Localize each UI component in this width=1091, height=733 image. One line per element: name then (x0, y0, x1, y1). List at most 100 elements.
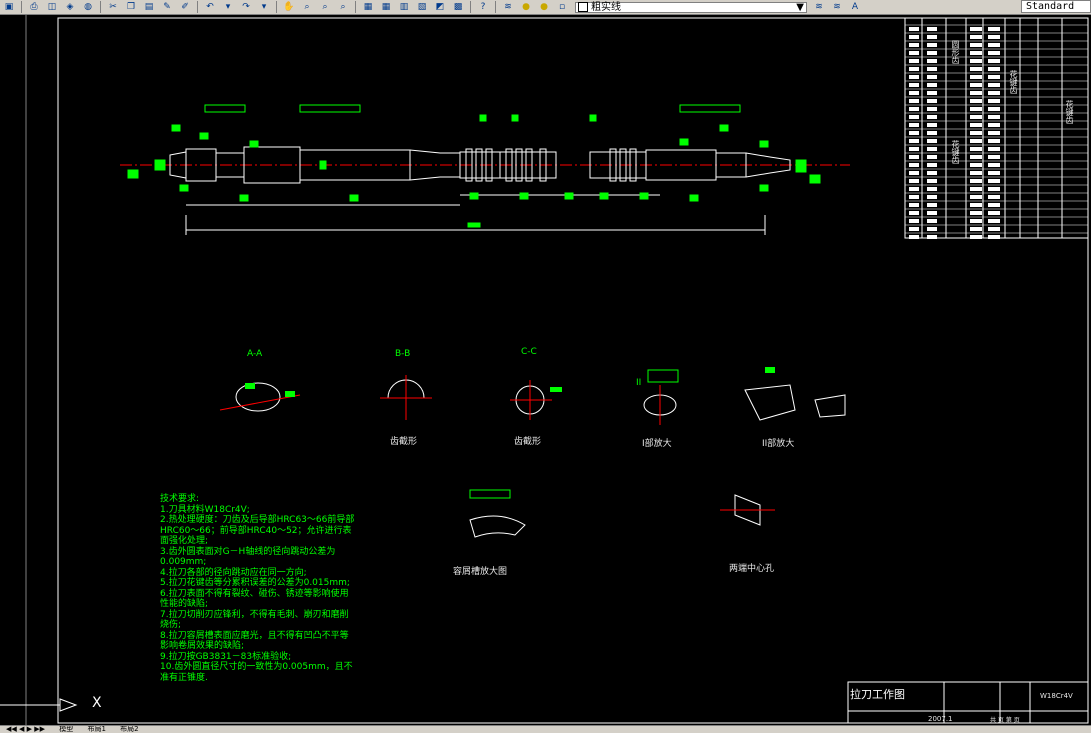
brush-icon[interactable]: ✐ (177, 1, 193, 13)
undo-icon[interactable]: ↶ (202, 1, 218, 13)
toolbar-separator (355, 1, 356, 13)
note-line: 2.热处理硬度：刀齿及后导部HRC63～66前导部HRC60～66；前导部HRC… (160, 515, 355, 546)
table-label-round: 圆形齿 (951, 40, 960, 64)
table-cell-value (909, 35, 919, 39)
date-label: 2007.1 (928, 715, 953, 723)
layer-color-swatch (578, 2, 588, 12)
table-cell-value (970, 195, 982, 199)
cut-icon[interactable]: ✂ (105, 1, 121, 13)
table-cell-value (970, 139, 982, 143)
layer-dropdown[interactable]: 粗实线 ▼ (575, 1, 807, 13)
paste-icon[interactable]: ▤ (141, 1, 157, 13)
layer-prev-icon[interactable]: ≋ (811, 1, 827, 13)
pan-icon[interactable]: ✋ (281, 1, 297, 13)
tab-layout2[interactable]: 布局2 (114, 726, 144, 733)
table-cell-value (909, 51, 919, 55)
tab-nav-arrows[interactable]: ◀◀ ◀ ▶ ▶▶ (0, 726, 51, 733)
publish-icon[interactable]: ◈ (62, 1, 78, 13)
table-cell-value (970, 83, 982, 87)
matchprop-icon[interactable]: ✎ (159, 1, 175, 13)
globe-icon[interactable]: ◍ (80, 1, 96, 13)
table-cell-value (909, 203, 919, 207)
table-cell-value (970, 59, 982, 63)
layer-icon[interactable]: ≋ (500, 1, 516, 13)
table-cell-value (927, 43, 937, 47)
layer-state-icon[interactable]: ≋ (829, 1, 845, 13)
undo-dropdown-icon[interactable]: ▾ (220, 1, 236, 13)
section-cc (510, 380, 562, 420)
table-cell-value (927, 211, 937, 215)
table-cell-value (988, 203, 1000, 207)
tooth-table-rows (905, 24, 1088, 239)
lock-icon[interactable]: ▫ (554, 1, 570, 13)
detail-ii (744, 367, 846, 421)
table-cell-value (909, 155, 919, 159)
broach-main-view (120, 146, 850, 235)
technical-notes: 技术要求: 1.刀具材料W18Cr4V; 2.热处理硬度：刀齿及后导部HRC63… (160, 494, 355, 683)
table-cell-value (927, 139, 937, 143)
style-dropdown[interactable]: Standard (1021, 0, 1091, 13)
table-cell-value (970, 35, 982, 39)
table-cell-value (927, 123, 937, 127)
redo-icon[interactable]: ↷ (238, 1, 254, 13)
table-cell-value (909, 107, 919, 111)
chevron-down-icon[interactable]: ▼ (796, 2, 806, 13)
table-cell-value (909, 195, 919, 199)
table-cell-value (927, 187, 937, 191)
section-bb (380, 375, 432, 420)
redo-dropdown-icon[interactable]: ▾ (256, 1, 272, 13)
note-line: 10.齿外圆直径尺寸的一致性为0.005mm，且不准有正锥度. (160, 662, 353, 683)
tab-layout1[interactable]: 布局1 (81, 726, 111, 733)
table-cell-value (970, 219, 982, 223)
print-icon[interactable]: ⎙ (26, 1, 42, 13)
table-cell-value (988, 35, 1000, 39)
table-cell-value (970, 171, 982, 175)
table-cell-value (909, 179, 919, 183)
table-cell-value (970, 51, 982, 55)
save-icon[interactable]: ▣ (1, 1, 17, 13)
chip-space-detail (469, 489, 526, 538)
table-cell-value (970, 91, 982, 95)
zoom-window-icon[interactable]: ⌕ (317, 1, 333, 13)
text-style-icon[interactable]: A (847, 1, 863, 13)
table-cell-value (909, 59, 919, 63)
design-center-icon[interactable]: ▦ (378, 1, 394, 13)
tab-model[interactable]: 模型 (53, 726, 79, 733)
zoom-prev-icon[interactable]: ⌕ (335, 1, 351, 13)
markup-icon[interactable]: ◩ (432, 1, 448, 13)
table-cell-value (970, 235, 982, 239)
table-cell-value (927, 219, 937, 223)
layout-tabs: ◀◀ ◀ ▶ ▶▶ 模型 布局1 布局2 (0, 725, 1091, 733)
table-cell-value (909, 75, 919, 79)
sun-icon[interactable]: ● (536, 1, 552, 13)
table-cell-value (909, 67, 919, 71)
section-label-cc: C-C (521, 347, 537, 357)
table-cell-value (970, 155, 982, 159)
table-cell-value (988, 83, 1000, 87)
table-cell-value (970, 131, 982, 135)
table-cell-value (927, 107, 937, 111)
table-cell-value (927, 27, 937, 31)
table-cell-value (988, 91, 1000, 95)
preview-icon[interactable]: ◫ (44, 1, 60, 13)
note-line: 8.拉刀容屑槽表面应磨光，且不得有凹凸不平等影响卷屑效果的缺陷; (160, 630, 349, 652)
sheetset-icon[interactable]: ▧ (414, 1, 430, 13)
calc-icon[interactable]: ▩ (450, 1, 466, 13)
table-cell-value (988, 131, 1000, 135)
tool-palette-icon[interactable]: ▥ (396, 1, 412, 13)
table-cell-value (927, 99, 937, 103)
properties-icon[interactable]: ▦ (360, 1, 376, 13)
help-icon[interactable]: ? (475, 1, 491, 13)
table-cell-value (909, 43, 919, 47)
section-label-bb: B-B (395, 349, 411, 359)
lightbulb-icon[interactable]: ● (518, 1, 534, 13)
table-cell-value (988, 75, 1000, 79)
note-line: 1.刀具材料W18Cr4V; (160, 504, 250, 515)
zoom-icon[interactable]: ⌕ (299, 1, 315, 13)
table-cell-value (988, 115, 1000, 119)
table-cell-value (970, 75, 982, 79)
table-cell-value (970, 67, 982, 71)
table-cell-value (988, 59, 1000, 63)
table-cell-value (909, 115, 919, 119)
copy-icon[interactable]: ❐ (123, 1, 139, 13)
